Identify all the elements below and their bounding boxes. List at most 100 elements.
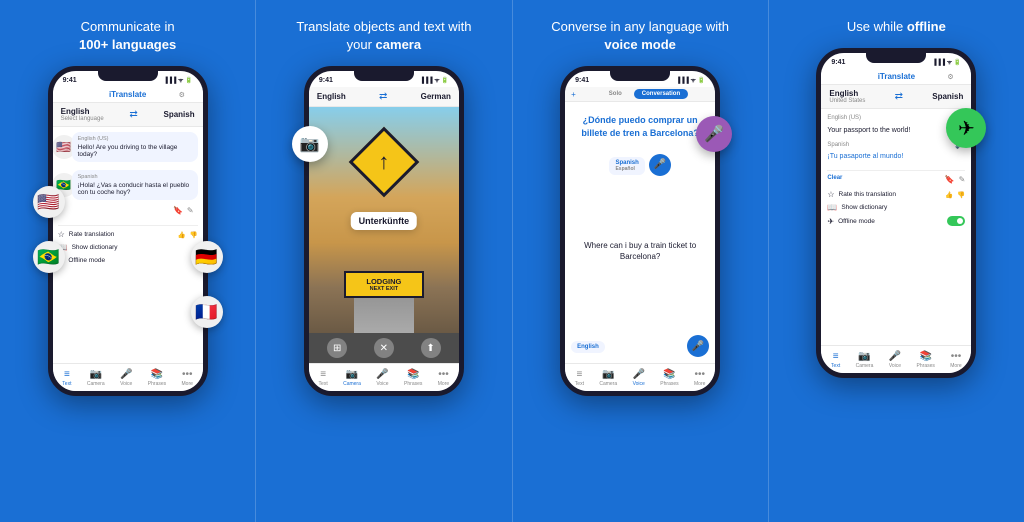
thumbs-up-icon-1[interactable]: 👍 <box>177 231 185 239</box>
option-dict-1[interactable]: 📖 Show dictionary <box>58 243 198 252</box>
voice-lang-badge: Spanish Español <box>609 157 644 175</box>
option-dict-4[interactable]: 📖 Show dictionary <box>827 203 965 212</box>
phone-mockup-3: 9:41 ▐▐▐ ᯤ 🔋 + Solo Conversation ¿Dónde … <box>560 66 720 396</box>
nav-phrases-2[interactable]: 📚 Phrases <box>404 369 422 387</box>
bottom-nav-4: ≡ Text 📷 Camera 🎤 Voice 📚 Phrases <box>821 345 971 373</box>
lang-from-4: English United States <box>829 89 865 104</box>
nav-phrases-1[interactable]: 📚 Phrases <box>148 369 166 387</box>
nav-more-2[interactable]: ••• More <box>438 369 449 387</box>
voice-question: ¿Dónde puedo comprar un billete de tren … <box>571 114 709 139</box>
nav-voice-4[interactable]: 🎤 Voice <box>889 351 901 369</box>
book-icon-1: 📚 <box>151 369 163 380</box>
nav-text-4[interactable]: ≡ Text <box>831 351 840 369</box>
plane-icon-4: ✈ <box>827 217 834 226</box>
voice-lang-row: English 🎤 <box>571 327 709 357</box>
cam-btn-share[interactable]: ⬆ <box>421 338 441 358</box>
voice-mic-button[interactable]: 🎤 <box>649 154 671 176</box>
thumbs-up-icon-4[interactable]: 👍 <box>945 191 953 199</box>
floating-flag-br: 🇧🇷 <box>33 241 65 273</box>
copy-icon-4[interactable]: ✎ <box>959 175 966 184</box>
chat-bubble-2: Spanish ¡Hola! ¿Vas a conducir hasta el … <box>72 170 198 200</box>
voice-answer: Where can i buy a train ticket to Barcel… <box>571 240 709 262</box>
nav-text-3[interactable]: ≡ Text <box>575 369 584 387</box>
bottom-nav-3: ≡ Text 📷 Camera 🎤 Voice 📚 Phrases <box>565 363 715 391</box>
thumbs-down-icon-1[interactable]: 👎 <box>190 231 198 239</box>
app-header-1: iTranslate ⚙ <box>53 87 203 103</box>
back-icon[interactable]: + <box>571 90 576 99</box>
bookmark-icon-4[interactable]: 🔖 <box>945 175 955 184</box>
sign-arrow: ↑ <box>378 149 389 175</box>
purple-mic-icon: 🎤 <box>696 116 732 152</box>
camera-icon-1: 📷 <box>90 369 102 380</box>
mic-icon-1: 🎤 <box>120 369 132 380</box>
offline-toggle[interactable] <box>947 216 965 226</box>
more-icon-1: ••• <box>182 369 193 380</box>
lang-to-1: Spanish <box>164 110 195 119</box>
globe-icon: ✈ <box>946 108 986 148</box>
translation-overlay: Unterkünfte <box>351 212 418 230</box>
lang-selector-1[interactable]: English Select language ⇄ Spanish <box>53 103 203 127</box>
phone-notch-4 <box>866 53 926 63</box>
nav-camera-2[interactable]: 📷 Camera <box>343 369 361 387</box>
lang-from-1: English Select language <box>61 107 104 122</box>
lodging-sign: LODGING NEXT EXIT <box>344 271 424 298</box>
panel-4-title: Use while offline <box>847 18 946 36</box>
nav-voice-2[interactable]: 🎤 Voice <box>376 369 388 387</box>
panel-1-title: Communicate in100+ languages <box>79 18 176 54</box>
nav-phrases-4[interactable]: 📚 Phrases <box>917 351 935 369</box>
app-header-4: iTranslate ⚙ <box>821 69 971 85</box>
tab-solo[interactable]: Solo <box>601 89 630 99</box>
option-rate-1[interactable]: ☆ Rate translation 👍 👎 <box>58 230 198 239</box>
phone-2-container: 📷 9:41 ▐▐▐ ᯤ 🔋 English ⇄ German <box>304 66 464 396</box>
camera-overlay-icon: 📷 <box>292 126 328 162</box>
nav-voice-1[interactable]: 🎤 Voice <box>120 369 132 387</box>
swap-icon-4[interactable]: ⇄ <box>895 91 903 102</box>
bookmark-icon[interactable]: 🔖 <box>173 206 183 215</box>
nav-camera-4[interactable]: 📷 Camera <box>856 351 874 369</box>
dict-icon-4: 📖 <box>827 203 837 212</box>
lang-badge-row: Spanish Español 🎤 <box>609 150 670 176</box>
chat-area-1: 🇺🇸 English (US) Hello! Are you driving t… <box>53 127 203 363</box>
floating-flag-us: 🇺🇸 <box>33 186 65 218</box>
nav-camera-1[interactable]: 📷 Camera <box>87 369 105 387</box>
clear-button[interactable]: Clear <box>827 175 842 184</box>
option-offline-4[interactable]: ✈ Offline mode <box>827 216 965 226</box>
lang-selector-4[interactable]: English United States ⇄ Spanish <box>821 85 971 109</box>
bottom-nav-1: ≡ Text 📷 Camera 🎤 Voice 📚 Phrases <box>53 363 203 391</box>
nav-text-2[interactable]: ≡ Text <box>319 369 328 387</box>
cam-btn-close[interactable]: ✕ <box>374 338 394 358</box>
floating-flag-de: 🇩🇪 <box>191 241 223 273</box>
swap-icon-1[interactable]: ⇄ <box>129 109 137 120</box>
chat-bubble-1: English (US) Hello! Are you driving to t… <box>72 132 198 162</box>
tab-conversation[interactable]: Conversation <box>634 89 688 99</box>
star-icon-4: ☆ <box>827 190 834 199</box>
translation-dst: ¡Tu pasaporte al mundo! <box>827 153 965 160</box>
cam-btn-gallery[interactable]: ⊞ <box>327 338 347 358</box>
nav-text-1[interactable]: ≡ Text <box>62 369 71 387</box>
nav-more-4[interactable]: ••• More <box>950 351 961 369</box>
phone-mockup-1: 9:41 ▐▐▐ ᯤ 🔋 iTranslate ⚙ English Select… <box>48 66 208 396</box>
copy-icon[interactable]: ✎ <box>187 206 194 215</box>
nav-voice-3[interactable]: 🎤 Voice <box>632 369 644 387</box>
thumbs-down-icon-4[interactable]: 👎 <box>957 191 965 199</box>
option-offline-1[interactable]: ✈ Offline mode <box>58 256 198 265</box>
lang-to-4: Spanish <box>932 92 963 101</box>
star-icon-1: ☆ <box>58 230 65 239</box>
phone-4-container: ✈ 9:41 ▐▐▐ ᯤ 🔋 iTranslate ⚙ English Unit… <box>816 48 976 378</box>
nav-more-3[interactable]: ••• More <box>694 369 705 387</box>
swap-icon-2[interactable]: ⇄ <box>379 91 387 102</box>
voice-mic-button-2[interactable]: 🎤 <box>687 335 709 357</box>
panel-camera: Translate objects and text with your cam… <box>255 0 511 522</box>
nav-camera-3[interactable]: 📷 Camera <box>599 369 617 387</box>
translation-src: Your passport to the world! <box>827 127 965 134</box>
options-list-1: ☆ Rate translation 👍 👎 📖 Show dictionary <box>58 225 198 265</box>
phone-notch-1 <box>98 71 158 81</box>
offline-content: English (US) Your passport to the world!… <box>821 109 971 345</box>
option-rate-4[interactable]: ☆ Rate this translation 👍 👎 <box>827 190 965 199</box>
camera-controls: ⊞ ✕ ⬆ <box>309 333 459 363</box>
nav-phrases-3[interactable]: 📚 Phrases <box>660 369 678 387</box>
nav-more-1[interactable]: ••• More <box>182 369 193 387</box>
panel-2-title: Translate objects and text with your cam… <box>284 18 484 54</box>
lang-selector-2[interactable]: English ⇄ German <box>309 87 459 107</box>
bottom-nav-2: ≡ Text 📷 Camera 🎤 Voice 📚 Phrases <box>309 363 459 391</box>
